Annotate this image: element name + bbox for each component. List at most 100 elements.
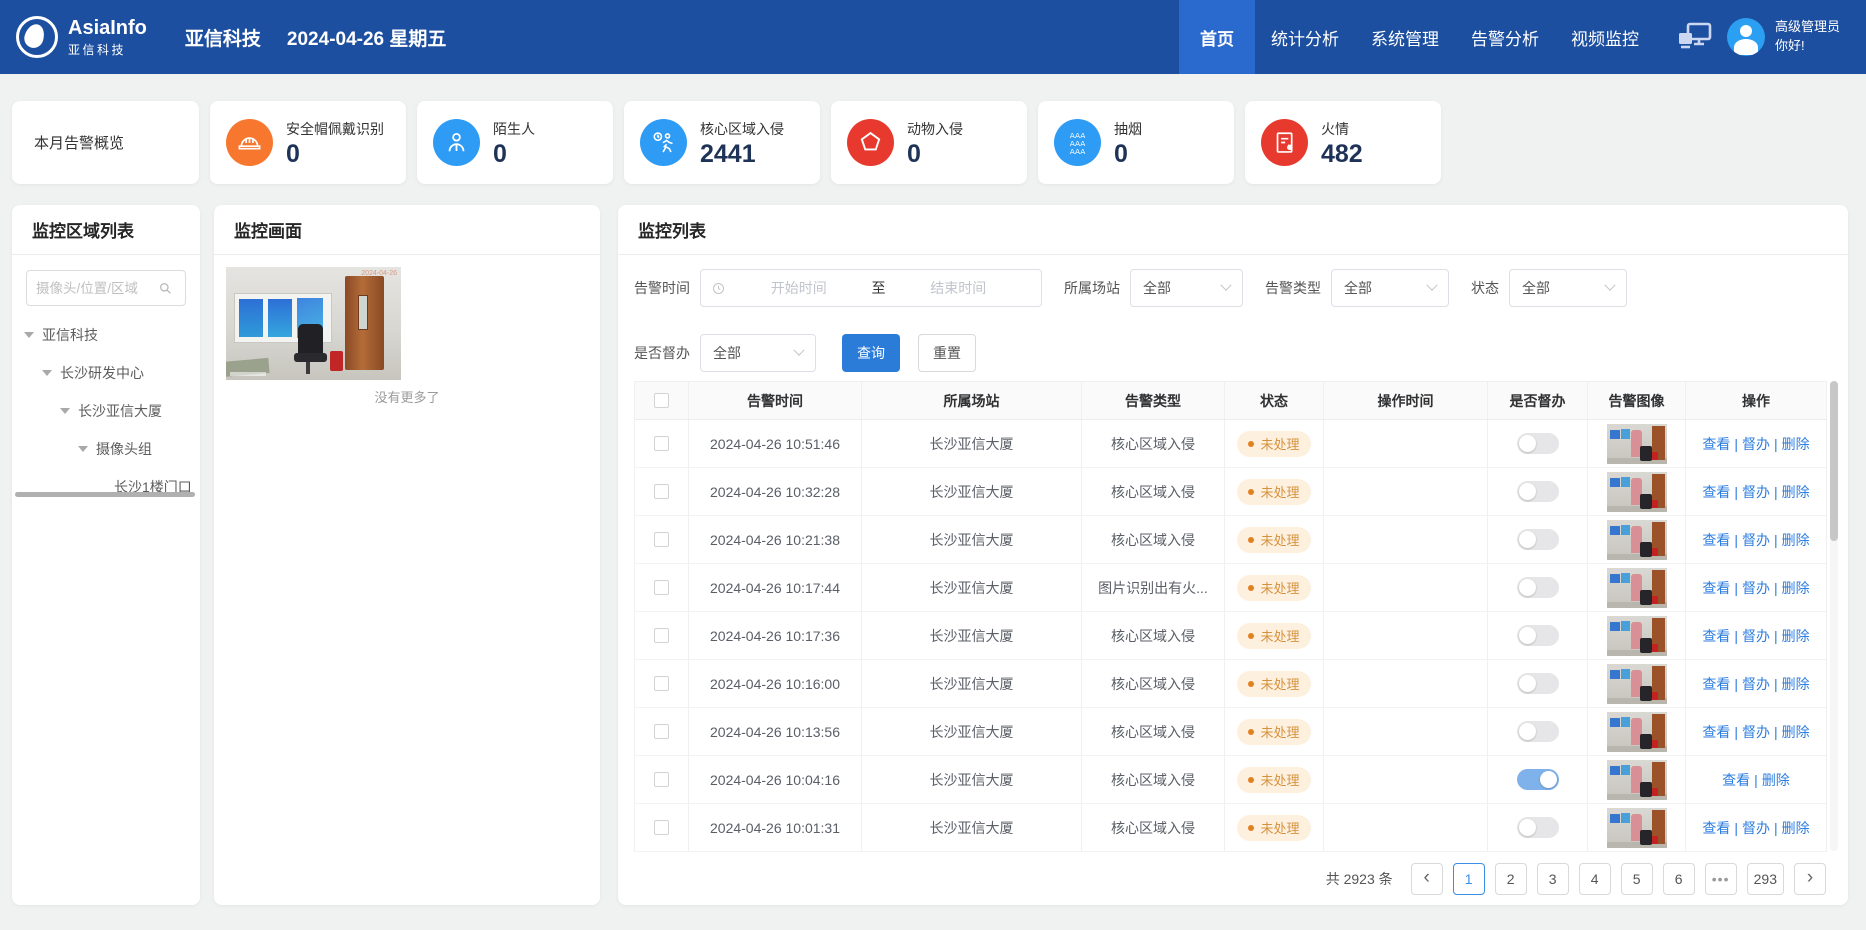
nav-item-system-management[interactable]: 系统管理: [1355, 0, 1455, 74]
tree-item-asiainfo[interactable]: 亚信科技: [12, 316, 200, 354]
row-checkbox[interactable]: [654, 772, 669, 787]
alarm-time-cell: 2024-04-26 10:17:44: [689, 564, 862, 611]
row-checkbox[interactable]: [654, 580, 669, 595]
tree-item-changsha-asiainfo-building[interactable]: 长沙亚信大厦: [12, 392, 200, 430]
row-checkbox[interactable]: [654, 484, 669, 499]
view-link[interactable]: 查看: [1702, 818, 1730, 838]
caret-down-icon[interactable]: [42, 370, 52, 376]
supervise-link[interactable]: 督办: [1742, 482, 1770, 502]
page-button-2[interactable]: 2: [1495, 863, 1527, 895]
nav-item-video-monitoring[interactable]: 视频监控: [1555, 0, 1655, 74]
delete-link[interactable]: 删除: [1782, 722, 1810, 742]
row-checkbox[interactable]: [654, 820, 669, 835]
actions-cell: 查看|督办|删除: [1686, 612, 1826, 659]
supervise-link[interactable]: 督办: [1742, 722, 1770, 742]
user-avatar[interactable]: [1727, 18, 1765, 56]
page-ellipsis[interactable]: •••: [1705, 863, 1737, 895]
supervise-toggle[interactable]: [1517, 673, 1559, 694]
vertical-scrollbar-thumb[interactable]: [1830, 381, 1838, 541]
alarm-image-thumbnail[interactable]: [1607, 472, 1667, 512]
alarm-image-thumbnail[interactable]: [1607, 568, 1667, 608]
tree-item-changsha-1f-entrance[interactable]: 长沙1楼门口: [12, 468, 200, 506]
region-search-input[interactable]: [36, 281, 152, 296]
tree-item-camera-group[interactable]: 摄像头组: [12, 430, 200, 468]
alarm-type-cell: 核心区域入侵: [1082, 612, 1225, 659]
query-button[interactable]: 查询: [842, 334, 900, 372]
page-button-293[interactable]: 293: [1747, 863, 1784, 895]
supervise-toggle[interactable]: [1517, 481, 1559, 502]
supervise-link[interactable]: 督办: [1742, 578, 1770, 598]
delete-link[interactable]: 删除: [1782, 434, 1810, 454]
station-select[interactable]: 全部: [1130, 269, 1243, 307]
search-icon[interactable]: [157, 280, 173, 296]
view-link[interactable]: 查看: [1722, 770, 1750, 790]
camera-preview[interactable]: 2024-04-26: [226, 267, 401, 380]
page-button-5[interactable]: 5: [1621, 863, 1653, 895]
nav-item-alarm-analysis[interactable]: 告警分析: [1455, 0, 1555, 74]
status-select[interactable]: 全部: [1509, 269, 1627, 307]
alarm-image-thumbnail[interactable]: [1607, 616, 1667, 656]
page-button-4[interactable]: 4: [1579, 863, 1611, 895]
actions-cell: 查看|督办|删除: [1686, 516, 1826, 563]
supervise-link[interactable]: 督办: [1742, 434, 1770, 454]
supervise-link[interactable]: 督办: [1742, 674, 1770, 694]
view-link[interactable]: 查看: [1702, 626, 1730, 646]
row-checkbox[interactable]: [654, 436, 669, 451]
supervise-toggle[interactable]: [1517, 625, 1559, 646]
next-page-button[interactable]: ›: [1794, 863, 1826, 895]
alarm-image-thumbnail[interactable]: [1607, 424, 1667, 464]
caret-down-icon[interactable]: [78, 446, 88, 452]
select-all-checkbox[interactable]: [654, 393, 669, 408]
delete-link[interactable]: 删除: [1782, 482, 1810, 502]
delete-link[interactable]: 删除: [1782, 626, 1810, 646]
alarm-image-thumbnail[interactable]: [1607, 760, 1667, 800]
supervise-toggle[interactable]: [1517, 721, 1559, 742]
alarm-image-thumbnail[interactable]: [1607, 808, 1667, 848]
supervise-toggle[interactable]: [1517, 769, 1559, 790]
view-link[interactable]: 查看: [1702, 578, 1730, 598]
view-link[interactable]: 查看: [1702, 722, 1730, 742]
delete-link[interactable]: 删除: [1782, 674, 1810, 694]
prev-page-button[interactable]: ‹: [1411, 863, 1443, 895]
horizontal-scrollbar-thumb[interactable]: [15, 492, 195, 497]
supervise-toggle[interactable]: [1517, 817, 1559, 838]
alarm-image-thumbnail[interactable]: [1607, 664, 1667, 704]
nav-item-statistics[interactable]: 统计分析: [1255, 0, 1355, 74]
caret-down-icon[interactable]: [60, 408, 70, 414]
supervise-link[interactable]: 督办: [1742, 626, 1770, 646]
page-button-3[interactable]: 3: [1537, 863, 1569, 895]
page-button-6[interactable]: 6: [1663, 863, 1695, 895]
supervise-select[interactable]: 全部: [700, 334, 816, 372]
delete-link[interactable]: 删除: [1762, 770, 1790, 790]
view-link[interactable]: 查看: [1702, 674, 1730, 694]
end-time-placeholder[interactable]: 结束时间: [886, 278, 1032, 298]
supervise-toggle[interactable]: [1517, 577, 1559, 598]
view-link[interactable]: 查看: [1702, 482, 1730, 502]
view-link[interactable]: 查看: [1702, 530, 1730, 550]
alarm-image-thumbnail[interactable]: [1607, 712, 1667, 752]
tree-item-label: 亚信科技: [42, 325, 98, 345]
supervise-link[interactable]: 督办: [1742, 530, 1770, 550]
alarm-image-thumbnail[interactable]: [1607, 520, 1667, 560]
delete-link[interactable]: 删除: [1782, 578, 1810, 598]
page-button-1[interactable]: 1: [1453, 863, 1485, 895]
delete-link[interactable]: 删除: [1782, 818, 1810, 838]
nav-item-home[interactable]: 首页: [1179, 0, 1255, 74]
start-time-placeholder[interactable]: 开始时间: [726, 278, 872, 298]
supervise-toggle[interactable]: [1517, 529, 1559, 550]
intrusion-icon: [640, 119, 687, 166]
reset-button[interactable]: 重置: [918, 334, 976, 372]
view-link[interactable]: 查看: [1702, 434, 1730, 454]
row-checkbox[interactable]: [654, 532, 669, 547]
row-checkbox[interactable]: [654, 628, 669, 643]
delete-link[interactable]: 删除: [1782, 530, 1810, 550]
tree-item-changsha-rd-center[interactable]: 长沙研发中心: [12, 354, 200, 392]
supervise-link[interactable]: 督办: [1742, 818, 1770, 838]
row-checkbox[interactable]: [654, 724, 669, 739]
supervise-toggle[interactable]: [1517, 433, 1559, 454]
alarm-type-select[interactable]: 全部: [1331, 269, 1449, 307]
date-range-picker[interactable]: 开始时间 至 结束时间: [700, 269, 1042, 307]
caret-down-icon[interactable]: [24, 332, 34, 338]
row-checkbox[interactable]: [654, 676, 669, 691]
dual-screen-icon[interactable]: [1677, 21, 1713, 53]
